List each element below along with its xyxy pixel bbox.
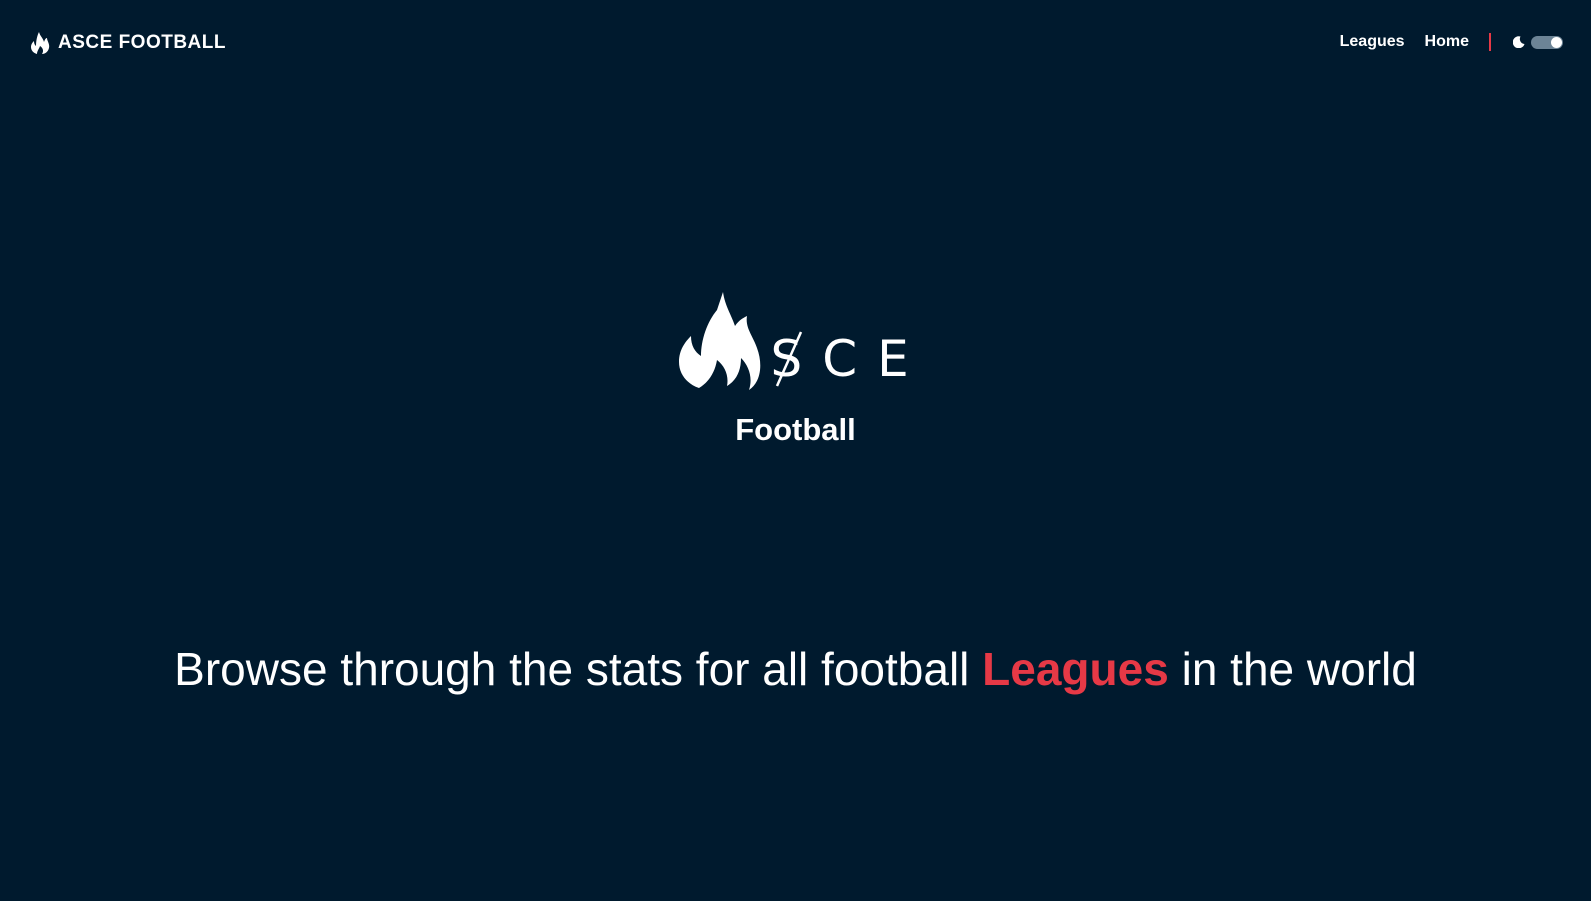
nav-links: Leagues Home [1340, 33, 1563, 51]
navbar: ASCE FOOTBALL Leagues Home [0, 0, 1591, 90]
logo-letter-c: C [822, 330, 858, 388]
tagline-text-after: in the world [1168, 643, 1417, 695]
logo-letter-s: S [771, 331, 802, 387]
page: ASCE FOOTBALL Leagues Home S C E Footbal… [0, 0, 1591, 901]
asce-logo: S C E [678, 290, 913, 390]
brand-label: ASCE FOOTBALL [58, 32, 226, 53]
moon-icon [1513, 36, 1525, 48]
flame-icon [678, 292, 760, 390]
tagline-leagues-link[interactable]: Leagues [982, 643, 1169, 695]
brand-home-link[interactable]: ASCE FOOTBALL [30, 32, 226, 54]
nav-divider [1489, 33, 1491, 51]
tagline: Browse through the stats for all footbal… [0, 642, 1591, 697]
tagline-text-before: Browse through the stats for all footbal… [174, 643, 983, 695]
toggle-switch[interactable] [1531, 35, 1563, 49]
slash-mark [775, 331, 802, 387]
nav-link-home[interactable]: Home [1425, 33, 1469, 51]
hero-logo: S C E [0, 290, 1591, 390]
logo-letter-e: E [877, 330, 909, 388]
flame-icon [31, 32, 50, 54]
hero-subtitle: Football [735, 412, 856, 447]
toggle-knob [1551, 36, 1562, 48]
theme-toggle[interactable] [1513, 35, 1563, 49]
nav-link-leagues[interactable]: Leagues [1340, 33, 1405, 51]
logo-wordmark: S C E [771, 330, 909, 388]
